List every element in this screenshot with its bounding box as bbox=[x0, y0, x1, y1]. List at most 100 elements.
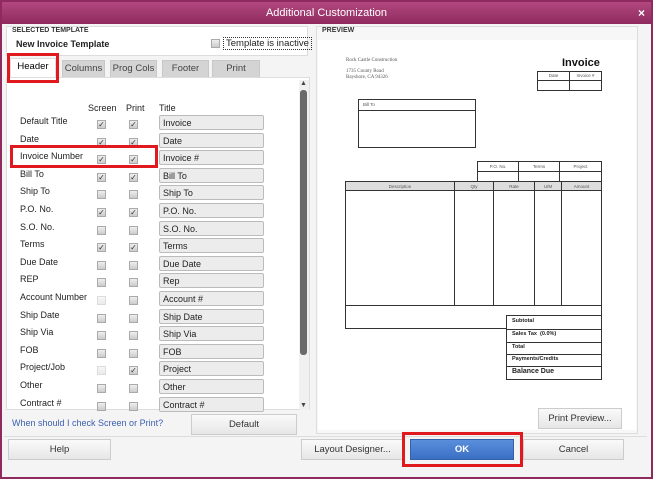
cancel-button[interactable]: Cancel bbox=[523, 439, 624, 460]
tab-prog-cols[interactable]: Prog Cols bbox=[110, 60, 157, 77]
header-panel bbox=[6, 77, 310, 410]
tab-print[interactable]: Print bbox=[212, 60, 260, 77]
screen-checkbox[interactable] bbox=[97, 260, 106, 270]
highlight-ok-button bbox=[402, 432, 523, 467]
window-title: Additional Customization bbox=[265, 7, 388, 19]
print-checkbox[interactable] bbox=[129, 331, 138, 341]
invoice-title: Invoice bbox=[562, 57, 600, 69]
print-checkbox[interactable] bbox=[129, 190, 138, 200]
screen-checkbox[interactable] bbox=[97, 348, 106, 358]
screen-or-print-help-link[interactable]: When should I check Screen or Print? bbox=[12, 418, 163, 428]
field-label: Bill To bbox=[20, 168, 44, 179]
default-button[interactable]: Default bbox=[191, 414, 297, 435]
invoice-preview: Rock Castle Construction 1735 County Roa… bbox=[318, 40, 636, 430]
print-checkbox[interactable]: ✓ bbox=[129, 120, 138, 129]
title-input[interactable]: Rep bbox=[159, 273, 264, 289]
line-items-table: Description Qty Rate U/M Amount bbox=[345, 181, 602, 329]
screen-checkbox[interactable] bbox=[97, 313, 106, 323]
title-input[interactable]: Ship To bbox=[159, 185, 264, 201]
title-column-header: Title bbox=[159, 103, 176, 113]
close-icon[interactable]: × bbox=[638, 2, 645, 24]
title-input[interactable]: Date bbox=[159, 132, 264, 148]
print-checkbox[interactable] bbox=[129, 348, 138, 358]
balance-due-label: Balance Due bbox=[512, 368, 555, 375]
print-checkbox[interactable]: ✓ bbox=[129, 172, 138, 182]
title-input[interactable]: Project bbox=[159, 361, 264, 377]
screen-checkbox[interactable]: ✓ bbox=[97, 120, 106, 129]
print-checkbox[interactable]: ✓ bbox=[129, 243, 138, 253]
title-input[interactable]: Ship Date bbox=[159, 308, 264, 324]
bill-to-box: Bill To bbox=[358, 99, 476, 148]
print-column-header: Print bbox=[126, 103, 145, 113]
template-name: New Invoice Template bbox=[16, 39, 110, 49]
title-input[interactable]: Other bbox=[159, 379, 264, 394]
total-label: Total bbox=[512, 344, 525, 350]
address-line-2: Bayshore, CA 94326 bbox=[346, 75, 388, 80]
field-label: Project/Job bbox=[20, 362, 66, 373]
field-label: Date bbox=[20, 133, 40, 144]
title-input[interactable]: Invoice bbox=[159, 115, 264, 130]
title-input[interactable]: P.O. No. bbox=[159, 203, 264, 218]
bill-to-label: Bill To bbox=[363, 102, 375, 107]
print-checkbox[interactable]: ✓ bbox=[129, 208, 138, 217]
po-header: P.O. No. bbox=[489, 164, 507, 169]
screen-checkbox bbox=[97, 296, 106, 305]
title-input[interactable]: Ship Via bbox=[159, 326, 264, 342]
checkbox-icon[interactable] bbox=[211, 39, 220, 48]
col-um: U/M bbox=[543, 184, 553, 189]
screen-checkbox[interactable] bbox=[97, 401, 106, 411]
tab-columns[interactable]: Columns bbox=[62, 60, 105, 77]
field-label: Ship Date bbox=[20, 309, 60, 320]
selected-template-label: SELECTED TEMPLATE bbox=[12, 27, 89, 34]
title-input[interactable]: Terms bbox=[159, 238, 264, 254]
sales-tax-label: Sales Tax (0.0%) bbox=[512, 331, 557, 337]
print-checkbox[interactable] bbox=[129, 296, 138, 305]
print-checkbox[interactable] bbox=[129, 225, 138, 235]
title-input[interactable]: FOB bbox=[159, 343, 264, 359]
screen-checkbox[interactable]: ✓ bbox=[97, 172, 106, 182]
print-checkbox[interactable] bbox=[129, 401, 138, 411]
invoice-number-header: Invoice # bbox=[576, 73, 595, 78]
title-input[interactable]: Invoice # bbox=[159, 150, 264, 166]
screen-column-header: Screen bbox=[88, 103, 117, 113]
field-label: P.O. No. bbox=[20, 204, 54, 214]
col-qty: Qty bbox=[470, 184, 478, 189]
screen-checkbox[interactable]: ✓ bbox=[97, 243, 106, 253]
field-label: Due Date bbox=[20, 256, 59, 267]
title-input[interactable]: Contract # bbox=[159, 396, 264, 412]
layout-designer-button[interactable]: Layout Designer... bbox=[301, 439, 404, 460]
screen-checkbox[interactable] bbox=[97, 225, 106, 235]
template-inactive-checkbox[interactable]: Template is inactive bbox=[211, 37, 312, 50]
title-input[interactable]: S.O. No. bbox=[159, 220, 264, 236]
screen-checkbox[interactable] bbox=[97, 278, 106, 288]
print-checkbox[interactable] bbox=[129, 260, 138, 270]
field-label: Other bbox=[20, 380, 43, 390]
scrollbar-thumb[interactable] bbox=[300, 90, 307, 355]
field-label: Default Title bbox=[20, 116, 68, 126]
title-bar: Additional Customization × bbox=[2, 2, 651, 24]
field-label: FOB bbox=[20, 344, 39, 355]
title-input[interactable]: Due Date bbox=[159, 255, 264, 271]
scroll-up-icon[interactable]: ▲ bbox=[300, 80, 307, 87]
field-label: Ship To bbox=[20, 186, 50, 197]
print-checkbox[interactable] bbox=[129, 384, 138, 393]
address-line-1: 1735 County Road bbox=[346, 69, 384, 74]
print-checkbox[interactable] bbox=[129, 278, 138, 288]
field-label: REP bbox=[20, 274, 39, 285]
payments-label: Payments/Credits bbox=[512, 356, 559, 362]
po-terms-project-box: P.O. No. Terms Project bbox=[477, 161, 602, 182]
screen-checkbox[interactable] bbox=[97, 384, 106, 393]
tab-footer[interactable]: Footer bbox=[162, 60, 209, 77]
title-input[interactable]: Bill To bbox=[159, 167, 264, 183]
print-preview-button[interactable]: Print Preview... bbox=[538, 408, 622, 429]
screen-checkbox[interactable]: ✓ bbox=[97, 208, 106, 217]
divider bbox=[4, 436, 647, 437]
screen-checkbox[interactable] bbox=[97, 331, 106, 341]
highlight-invoice-number-row bbox=[10, 145, 158, 168]
print-checkbox[interactable] bbox=[129, 313, 138, 323]
screen-checkbox[interactable] bbox=[97, 190, 106, 200]
print-checkbox[interactable]: ✓ bbox=[129, 366, 138, 376]
title-input[interactable]: Account # bbox=[159, 291, 264, 306]
scroll-down-icon[interactable]: ▼ bbox=[300, 402, 307, 409]
help-button[interactable]: Help bbox=[8, 439, 111, 460]
